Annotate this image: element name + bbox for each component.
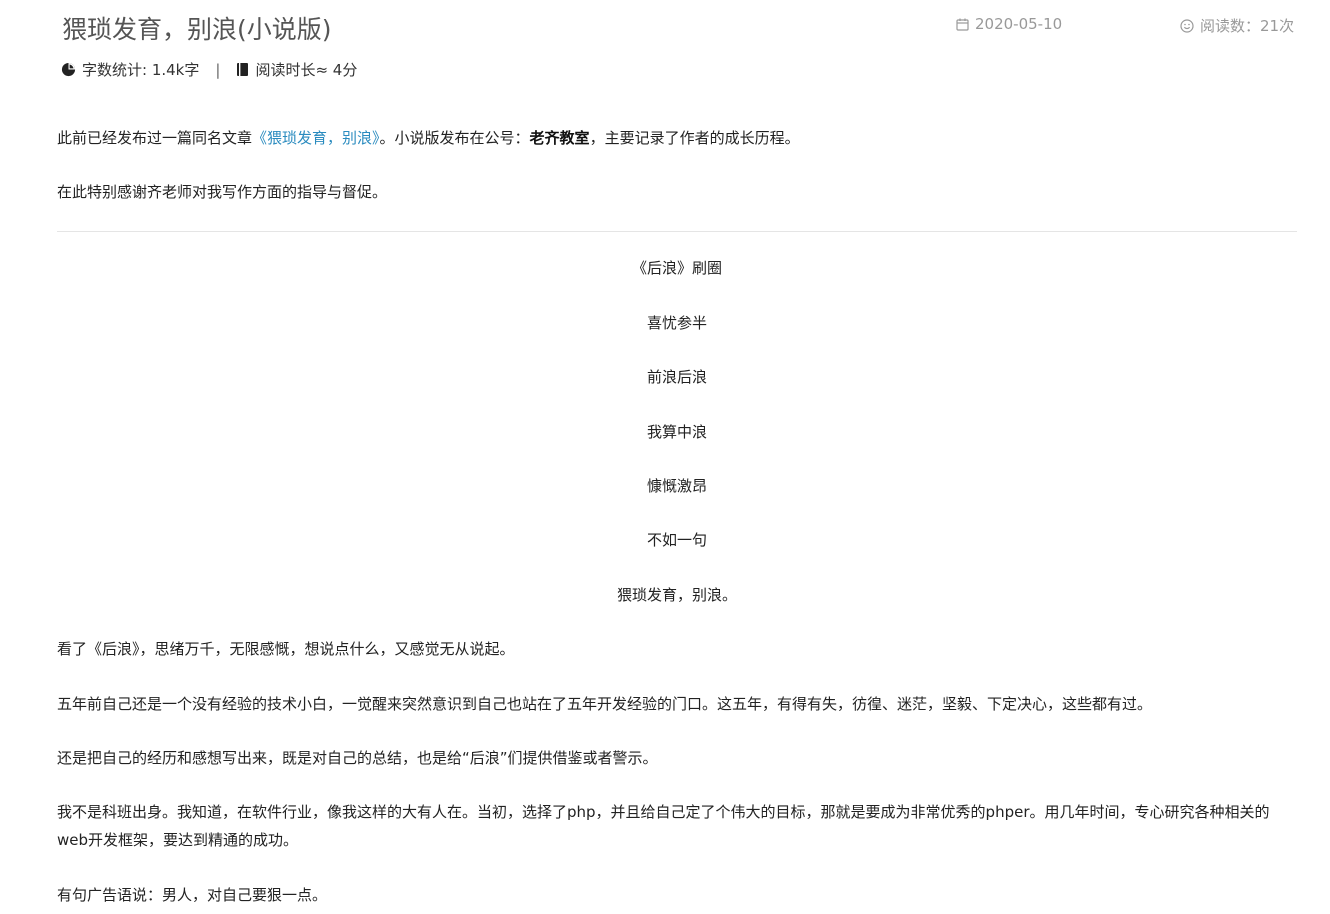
poem-line: 猥琐发育，别浪。 bbox=[616, 586, 737, 604]
poem-line: 不如一句 bbox=[646, 531, 707, 549]
smile-icon bbox=[1180, 18, 1194, 33]
poem-line: 《后浪》刷圈 bbox=[631, 259, 722, 277]
account-name: 老齐教室 bbox=[529, 129, 590, 147]
body-paragraph: 还是把自己的经历和感想写出来，既是对自己的总结，也是给“后浪”们提供借鉴或者警示… bbox=[57, 749, 658, 767]
view-count: 阅读数：21次 bbox=[1180, 15, 1294, 36]
thanks-paragraph: 在此特别感谢齐老师对我写作方面的指导与督促。 bbox=[57, 183, 388, 201]
intro-text-end: ，主要记录了作者的成长历程。 bbox=[589, 129, 800, 147]
pie-chart-icon bbox=[61, 62, 76, 77]
poem-line: 前浪后浪 bbox=[646, 368, 707, 386]
read-time: 阅读时长≈ 4分 bbox=[255, 61, 358, 79]
intro-text-mid: 。小说版发布在公号： bbox=[379, 129, 530, 147]
view-count-text: 阅读数：21次 bbox=[1200, 17, 1295, 35]
page-title: 猥琐发育，别浪(小说版) bbox=[62, 15, 332, 44]
body-paragraph: 看了《后浪》，思绪万千，无限感慨，想说点什么，又感觉无从说起。 bbox=[57, 640, 515, 658]
body-paragraph: 五年前自己还是一个没有经验的技术小白，一觉醒来突然意识到自己也站在了五年开发经验… bbox=[57, 695, 1153, 713]
post-stats: 字数统计: 1.4k字 | 阅读时长≈ 4分 bbox=[61, 59, 357, 80]
poem-line: 慷慨激昂 bbox=[646, 477, 707, 495]
stats-separator: | bbox=[215, 60, 221, 79]
intro-text: 此前已经发布过一篇同名文章 bbox=[57, 129, 253, 147]
book-icon bbox=[236, 62, 249, 77]
word-count: 字数统计: 1.4k字 bbox=[82, 61, 200, 79]
body-paragraph: 有句广告语说：男人，对自己要狠一点。 bbox=[57, 886, 328, 904]
intro-paragraph: 此前已经发布过一篇同名文章《猥琐发育，别浪》。小说版发布在公号：老齐教室，主要记… bbox=[57, 124, 1297, 152]
divider bbox=[57, 231, 1297, 232]
body-paragraph: 我不是科班出身。我知道，在软件行业，像我这样的大有人在。当初，选择了php，并且… bbox=[57, 803, 1270, 849]
poem-line: 喜忧参半 bbox=[646, 314, 707, 332]
article-link[interactable]: 《猥琐发育，别浪》 bbox=[252, 129, 380, 147]
post-date: 2020-05-10 bbox=[956, 15, 1062, 33]
date-text: 2020-05-10 bbox=[975, 15, 1063, 33]
poem-line: 我算中浪 bbox=[646, 423, 707, 441]
calendar-icon bbox=[956, 18, 969, 31]
